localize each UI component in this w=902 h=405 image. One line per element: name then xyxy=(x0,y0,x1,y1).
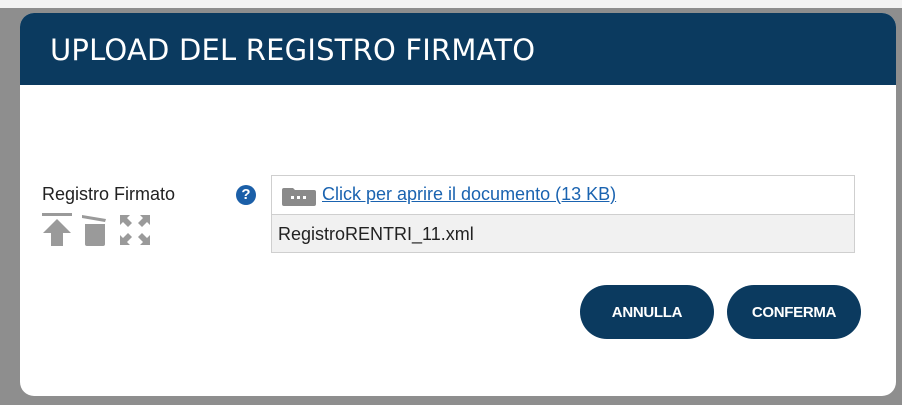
dialog-title: UPLOAD DEL REGISTRO FIRMATO xyxy=(50,33,536,67)
file-box: Click per aprire il documento (13 KB) Re… xyxy=(271,175,855,253)
open-document-link[interactable]: Click per aprire il documento (13 KB) xyxy=(322,184,616,205)
upload-icon[interactable] xyxy=(42,213,72,252)
backdrop-strip xyxy=(0,0,902,8)
folder-icon xyxy=(282,188,316,211)
file-name: RegistroRENTRI_11.xml xyxy=(278,224,474,244)
confirm-button[interactable]: CONFERMA xyxy=(727,285,861,339)
cancel-button[interactable]: ANNULLA xyxy=(580,285,714,339)
trash-icon[interactable] xyxy=(82,213,108,252)
field-label: Registro Firmato xyxy=(42,184,176,204)
dialog-header: UPLOAD DEL REGISTRO FIRMATO xyxy=(20,13,896,85)
file-name-row: RegistroRENTRI_11.xml xyxy=(272,215,854,252)
file-link-row: Click per aprire il documento (13 KB) xyxy=(272,176,854,215)
help-icon[interactable]: ? xyxy=(236,185,256,205)
expand-icon[interactable] xyxy=(118,213,152,252)
upload-dialog: UPLOAD DEL REGISTRO FIRMATO Registro Fir… xyxy=(20,13,896,396)
